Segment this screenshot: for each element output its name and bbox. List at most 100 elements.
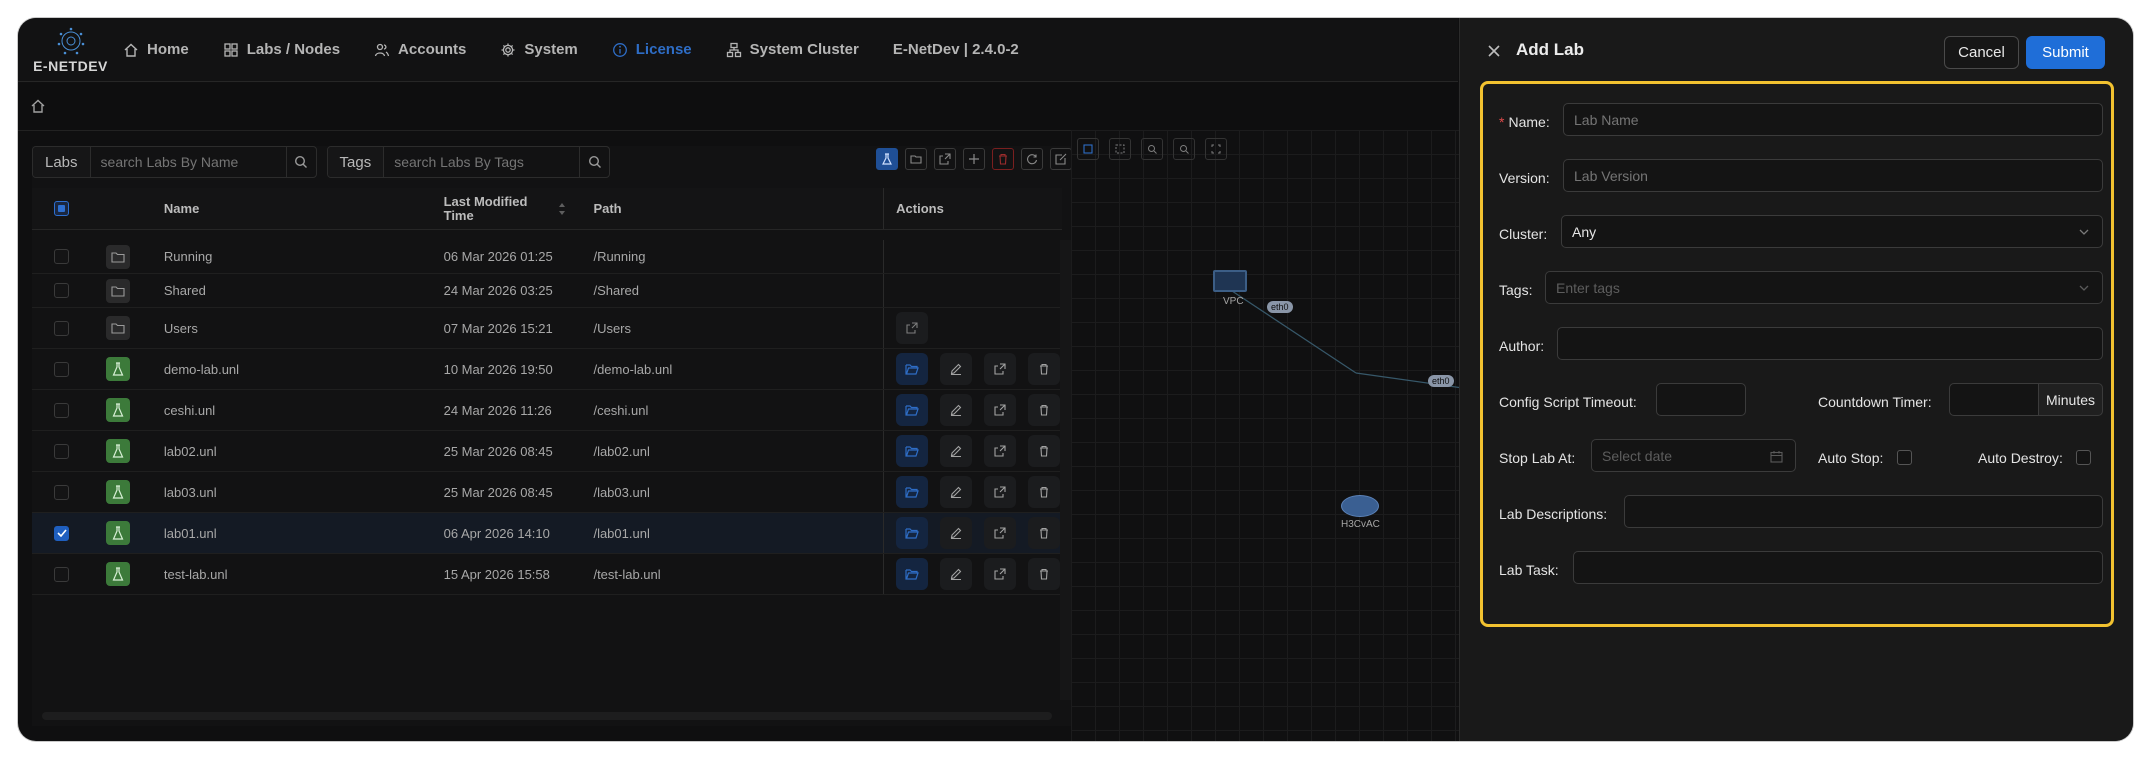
nav-accounts[interactable]: Accounts [374,41,466,58]
author-input[interactable] [1557,327,2103,360]
name-input[interactable] [1563,103,2103,136]
edit-button[interactable] [1050,148,1072,170]
open-lab-button[interactable] [896,517,929,549]
folder-open-icon [905,446,919,457]
router-node-icon[interactable] [1341,495,1379,517]
edit-lab-button[interactable] [940,476,973,508]
export-lab-button[interactable] [984,353,1017,385]
table-row[interactable]: lab02.unl 25 Mar 2026 08:45 /lab02.unl [32,431,1062,472]
version-input[interactable] [1563,159,2103,192]
delete-lab-button[interactable] [1028,394,1061,426]
tags-search-button[interactable] [579,147,609,177]
row-path: /lab03.unl [593,484,650,500]
table-row[interactable]: Shared 24 Mar 2026 03:25 /Shared [32,274,1062,308]
row-checkbox[interactable] [54,484,70,500]
table-horizontal-scrollbar[interactable] [42,712,1052,720]
users-icon [374,43,390,56]
nav-system-label: System [524,41,578,58]
edit-lab-button[interactable] [940,394,973,426]
select-all-checkbox[interactable] [54,201,70,216]
export-lab-button[interactable] [984,394,1017,426]
labs-search-input[interactable] [90,147,286,177]
export-lab-button[interactable] [984,558,1017,590]
task-input[interactable] [1573,551,2103,584]
labs-search-button[interactable] [285,147,316,177]
stop-at-datepicker[interactable]: Select date [1591,439,1796,472]
app-logo[interactable]: E-NETDEV [18,18,123,82]
close-icon[interactable] [1486,43,1502,59]
sort-icon[interactable] [558,202,566,216]
tags-select[interactable]: Enter tags [1545,271,2103,304]
delete-lab-button[interactable] [1028,476,1061,508]
row-path: /ceshi.unl [593,402,649,418]
config-timeout-input[interactable] [1656,383,1746,416]
countdown-input[interactable] [1949,383,2039,416]
topology-canvas[interactable]: VPC H3CvAC eth0 eth0 [1071,130,1477,741]
row-checkbox[interactable] [54,249,70,264]
vpc-node-icon[interactable] [1213,270,1247,292]
delete-button[interactable] [992,148,1014,170]
column-name[interactable]: Name [144,201,444,216]
auto-destroy-checkbox[interactable] [2076,450,2091,465]
table-row[interactable]: demo-lab.unl 10 Mar 2026 19:50 /demo-lab… [32,349,1062,390]
edit-lab-button[interactable] [940,353,973,385]
list-toolbar [876,148,1072,170]
delete-lab-button[interactable] [1028,353,1061,385]
delete-lab-button[interactable] [1028,435,1061,467]
open-lab-button[interactable] [896,353,929,385]
row-checkbox[interactable] [54,525,70,541]
nav-license[interactable]: License [612,41,692,58]
auto-stop-checkbox[interactable] [1897,450,1912,465]
edit-lab-button[interactable] [940,517,973,549]
column-path[interactable]: Path [593,201,883,216]
tags-search-input[interactable] [384,147,580,177]
descriptions-input[interactable] [1624,495,2103,528]
table-body: Running 06 Mar 2026 01:25 /Running Share… [32,240,1062,595]
row-checkbox[interactable] [54,443,70,459]
table-row[interactable]: test-lab.unl 15 Apr 2026 15:58 /test-lab… [32,554,1062,595]
table-row[interactable]: Users 07 Mar 2026 15:21 /Users [32,308,1062,349]
row-time: 10 Mar 2026 19:50 [443,361,553,377]
nav-system-cluster[interactable]: System Cluster [726,41,859,58]
row-checkbox[interactable] [54,566,70,582]
table-row[interactable]: ceshi.unl 24 Mar 2026 11:26 /ceshi.unl [32,390,1062,431]
tags-search-group: Tags [326,146,611,178]
refresh-button[interactable] [1021,148,1043,170]
open-lab-button[interactable] [896,476,929,508]
descriptions-label: Lab Descriptions: [1499,506,1608,522]
add-folder-button[interactable] [905,148,927,170]
row-checkbox[interactable] [54,402,70,418]
delete-lab-button[interactable] [1028,558,1061,590]
pencil-icon [950,568,962,580]
move-button[interactable] [963,148,985,170]
submit-button[interactable]: Submit [2026,36,2105,69]
table-row[interactable]: Running 06 Mar 2026 01:25 /Running [32,240,1062,274]
export-row-button[interactable] [896,312,929,344]
row-checkbox[interactable] [54,283,70,298]
table-row[interactable]: lab01.unl 06 Apr 2026 14:10 /lab01.unl [32,513,1062,554]
row-name: test-lab.unl [163,566,228,582]
edit-lab-button[interactable] [940,435,973,467]
row-checkbox[interactable] [54,361,70,377]
open-lab-button[interactable] [896,558,929,590]
edit-lab-button[interactable] [940,558,973,590]
delete-lab-button[interactable] [1028,517,1061,549]
cancel-button[interactable]: Cancel [1944,36,2019,69]
row-path: /test-lab.unl [593,566,661,582]
open-lab-button[interactable] [896,394,929,426]
row-checkbox[interactable] [54,320,70,336]
export-lab-button[interactable] [984,435,1017,467]
home-icon[interactable] [30,98,46,114]
lab-flask-icon [105,521,130,545]
column-time[interactable]: Last Modified Time [444,194,594,223]
nav-system[interactable]: System [500,41,578,58]
export-lab-button[interactable] [984,517,1017,549]
table-row[interactable]: lab03.unl 25 Mar 2026 08:45 /lab03.unl [32,472,1062,513]
nav-labs-nodes[interactable]: Labs / Nodes [223,41,340,58]
export-button[interactable] [934,148,956,170]
nav-home[interactable]: Home [123,41,189,58]
add-lab-button[interactable] [876,148,898,170]
cluster-select[interactable]: Any [1561,215,2103,248]
export-lab-button[interactable] [984,476,1017,508]
open-lab-button[interactable] [896,435,929,467]
